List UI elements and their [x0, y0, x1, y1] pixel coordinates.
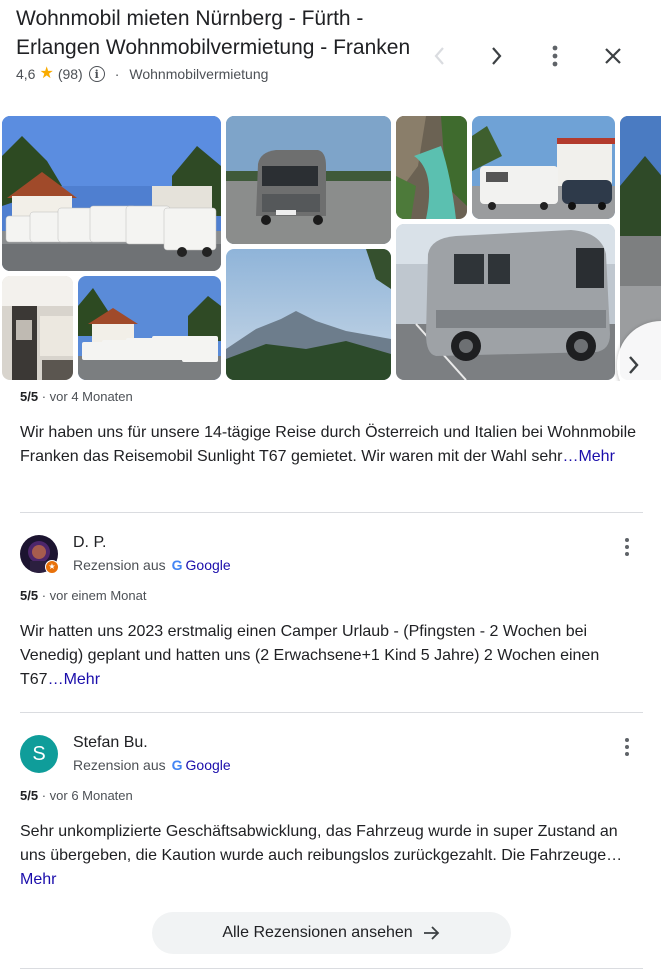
close-icon: [605, 48, 621, 64]
chevron-right-icon: [492, 47, 502, 65]
review-source: Rezension aus G Google: [73, 557, 231, 573]
review-score: 5/5: [20, 788, 39, 803]
photo-poessl-camper-van[interactable]: [396, 224, 615, 380]
chevron-left-icon: [434, 47, 444, 65]
source-name[interactable]: Google: [186, 757, 231, 773]
review-text: Wir haben uns für unsere 14-tägige Reise…: [20, 421, 643, 469]
photo-river-gorge[interactable]: [396, 116, 467, 219]
google-logo-icon: G: [171, 557, 183, 573]
fleet-photo-image: [2, 116, 221, 271]
photo-mountain-landscape[interactable]: [226, 249, 391, 380]
next-button[interactable]: [479, 38, 515, 74]
header-controls: [399, 38, 631, 74]
review-item: 5/5 · vor einem Monat Wir hatten uns 202…: [20, 588, 643, 692]
close-button[interactable]: [595, 38, 631, 74]
place-header: Wohnmobil mieten Nürnberg - Fürth - Erla…: [16, 4, 416, 84]
dot: [625, 738, 629, 742]
review-text-body: Wir hatten uns 2023 erstmalig einen Camp…: [20, 623, 600, 688]
local-guide-badge-icon: ★: [45, 560, 59, 574]
review-time: · vor 6 Monaten: [41, 788, 133, 803]
bottom-divider: [20, 968, 643, 969]
photo-motorhome-fleet-street[interactable]: [78, 276, 221, 380]
chevron-right-icon: [629, 356, 639, 374]
dealer-photo-image: [472, 116, 615, 219]
review-time: · vor 4 Monaten: [41, 389, 133, 404]
review-more-options-button[interactable]: [615, 535, 639, 559]
review-text-body: Wir haben uns für unsere 14-tägige Reise…: [20, 424, 637, 465]
dot: [625, 745, 629, 749]
more-vert-icon: [552, 45, 558, 67]
dot: [625, 552, 629, 556]
review-more-options-button[interactable]: [615, 735, 639, 759]
more-link[interactable]: …Mehr: [562, 448, 614, 465]
photo-camper-interior[interactable]: [2, 276, 73, 380]
van-parking-photo-image: [226, 116, 391, 244]
category-label: Wohnmobilvermietung: [129, 66, 269, 82]
rating-line: 4,6 ★ (98) i · Wohnmobilvermietung: [16, 64, 416, 84]
fleet-street-photo-image: [78, 276, 221, 380]
avatar[interactable]: S: [20, 735, 58, 773]
arrow-right-icon: [423, 925, 441, 941]
all-reviews-button[interactable]: Alle Rezensionen ansehen: [152, 912, 511, 954]
photo-motorhome-fleet[interactable]: [2, 116, 221, 271]
review-time: · vor einem Monat: [41, 588, 147, 603]
review-item: 5/5 · vor 4 Monaten Wir haben uns für un…: [20, 389, 643, 469]
more-options-button[interactable]: [537, 38, 573, 74]
source-prefix: Rezension aus: [73, 557, 166, 573]
poessl-photo-image: [396, 224, 615, 380]
previous-button[interactable]: [421, 38, 457, 74]
author-name[interactable]: D. P.: [73, 534, 107, 552]
review-meta: 5/5 · vor 4 Monaten: [20, 389, 643, 407]
photo-camper-van-parking[interactable]: [226, 116, 391, 244]
divider: [20, 512, 643, 513]
review-item: 5/5 · vor 6 Monaten Sehr unkomplizierte …: [20, 788, 643, 892]
dot: [625, 545, 629, 549]
photo-gallery: [0, 116, 661, 381]
review-author: ★ D. P. Rezension aus G Google: [20, 534, 643, 575]
review-text-body: Sehr unkomplizierte Geschäftsabwicklung,…: [20, 823, 623, 864]
review-count[interactable]: (98): [58, 66, 83, 82]
more-link[interactable]: …Mehr: [48, 671, 100, 688]
mountain-photo-image: [226, 249, 391, 380]
star-icon: ★: [39, 65, 54, 82]
source-prefix: Rezension aus: [73, 757, 166, 773]
review-meta: 5/5 · vor 6 Monaten: [20, 788, 643, 806]
photo-motorhomes-dealer[interactable]: [472, 116, 615, 219]
all-reviews-label: Alle Rezensionen ansehen: [222, 924, 413, 941]
review-author: S Stefan Bu. Rezension aus G Google: [20, 734, 643, 775]
source-name[interactable]: Google: [186, 557, 231, 573]
interior-photo-image: [2, 276, 73, 380]
dot: [625, 752, 629, 756]
info-icon[interactable]: i: [88, 66, 105, 82]
google-logo-icon: G: [171, 757, 183, 773]
divider: [20, 712, 643, 713]
author-name[interactable]: Stefan Bu.: [73, 734, 148, 752]
review-meta: 5/5 · vor einem Monat: [20, 588, 643, 606]
review-text: Sehr unkomplizierte Geschäftsabwicklung,…: [20, 820, 643, 892]
dot: [625, 538, 629, 542]
gorge-photo-image: [396, 116, 467, 219]
more-link[interactable]: Mehr: [20, 871, 56, 888]
review-score: 5/5: [20, 389, 39, 404]
rating-value: 4,6: [16, 66, 36, 82]
place-title: Wohnmobil mieten Nürnberg - Fürth - Erla…: [16, 7, 411, 59]
separator-dot: ·: [114, 66, 120, 82]
review-text: Wir hatten uns 2023 erstmalig einen Camp…: [20, 620, 643, 692]
review-source: Rezension aus G Google: [73, 757, 231, 773]
review-score: 5/5: [20, 588, 39, 603]
